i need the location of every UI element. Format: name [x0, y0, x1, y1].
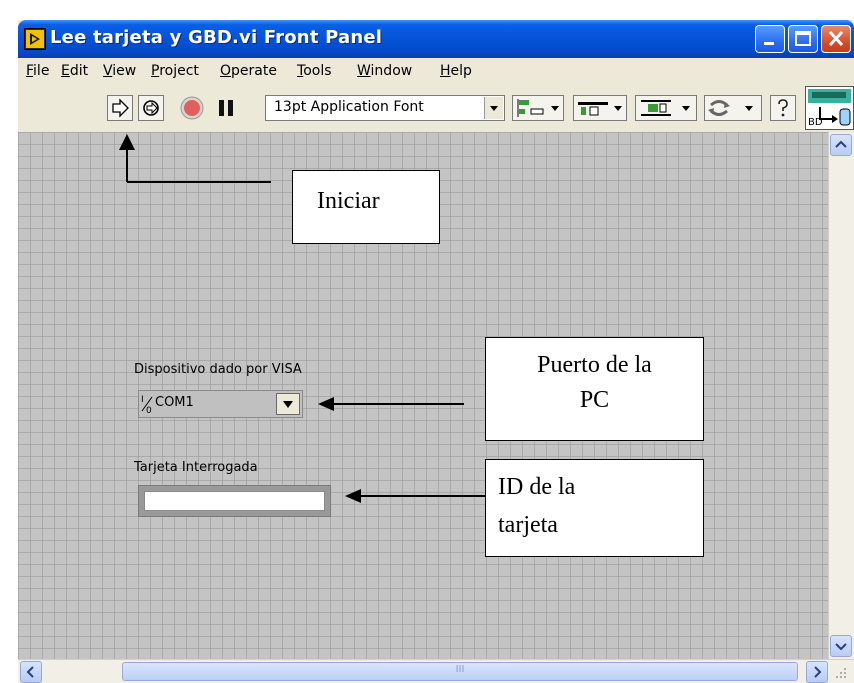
resize-grip-icon[interactable] — [830, 662, 850, 682]
scroll-up-button[interactable] — [830, 134, 852, 156]
vertical-scrollbar[interactable] — [828, 132, 854, 659]
chevron-up-icon — [835, 140, 847, 148]
chevron-left-icon — [26, 666, 34, 678]
chevron-right-icon — [814, 666, 822, 678]
scroll-grip: III — [455, 664, 465, 675]
callout-puerto-pc: Puerto de la PC — [485, 337, 704, 441]
scroll-left-button[interactable] — [20, 661, 42, 683]
labview-front-panel-window: Lee tarjeta y GBD.vi Front Panel File Ed… — [18, 20, 854, 683]
callout-id-tarjeta: ID de la tarjeta — [485, 459, 704, 557]
horizontal-scroll-thumb[interactable]: III — [122, 662, 798, 681]
scroll-down-button[interactable] — [830, 635, 852, 657]
horizontal-scrollbar[interactable]: III — [18, 659, 854, 683]
annotation-arrows — [119, 134, 488, 503]
callout-iniciar: Iniciar — [292, 170, 440, 244]
scroll-right-button[interactable] — [806, 661, 828, 683]
chevron-down-icon — [835, 643, 847, 651]
